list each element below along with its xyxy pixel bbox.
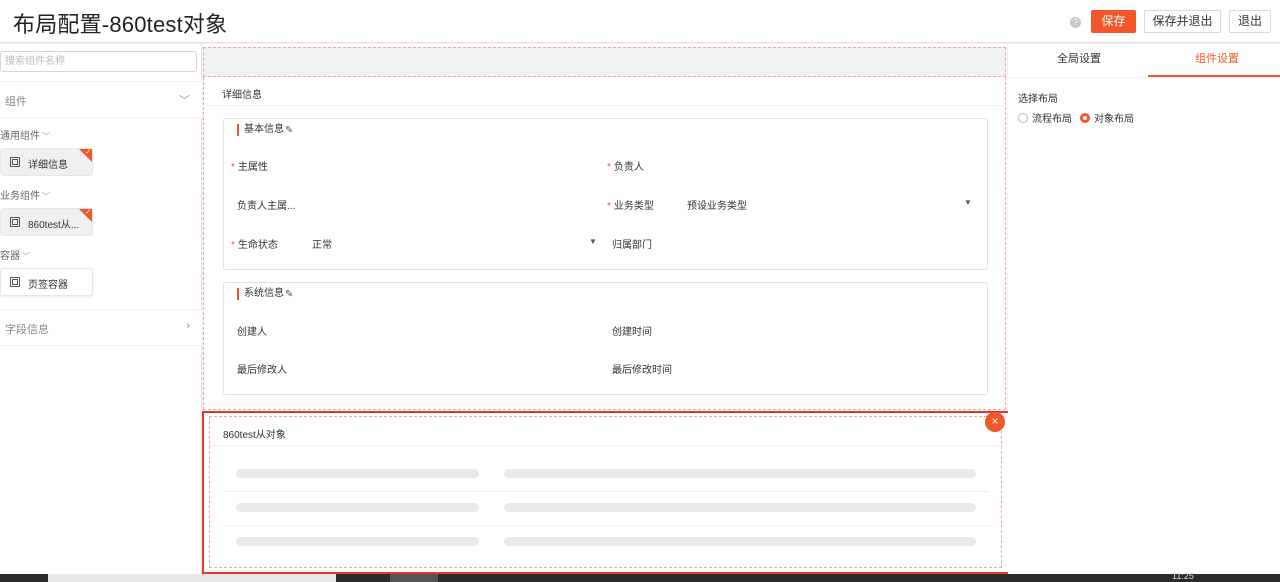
group-label-common[interactable]: 通用组件 ﹀ — [0, 127, 50, 142]
radio-process-layout[interactable]: 流程布局 — [1018, 110, 1072, 125]
skeleton-cell — [236, 503, 479, 512]
field-owner-main-attr[interactable]: 负责人主属... — [237, 197, 295, 212]
top-drop-zone[interactable] — [203, 47, 1006, 77]
chevron-down-icon: ﹀ — [179, 95, 190, 107]
component-card-label: 详细信息 — [28, 160, 68, 171]
page-header: 布局配置-860test对象 ? 保存 保存并退出 退出 — [0, 0, 1280, 43]
taskbar-clock: 11:25 — [1172, 571, 1194, 581]
component-icon — [10, 157, 20, 167]
sub-object-panel[interactable]: 860test从对象 — [202, 411, 1011, 574]
settings-panel: 全局设置 组件设置 选择布局 流程布局 对象布局 — [1008, 44, 1280, 574]
exit-button[interactable]: 退出 — [1229, 10, 1271, 33]
layout-select-label: 选择布局 — [1018, 94, 1058, 105]
skeleton-cell — [504, 469, 976, 478]
component-icon — [10, 277, 20, 287]
sub-object-title: 860test从对象 — [223, 430, 286, 441]
divider — [1008, 77, 1280, 78]
component-icon — [10, 217, 20, 227]
radio-checked-icon — [1080, 113, 1090, 123]
component-sidebar: 组件 ﹀ 通用组件﹀ 详细信息 ✓ 业务组件﹀ 860test从... ✓ 容器… — [0, 44, 202, 574]
page-title: 布局配置-860test对象 — [13, 12, 228, 37]
system-info-group[interactable]: 系统信息 ✎ 创建人 创建时间 最后修改人 最后修改时间 — [223, 282, 988, 395]
help-icon[interactable]: ? — [1070, 17, 1081, 28]
divider — [204, 105, 1005, 106]
field-last-modified-time[interactable]: 最后修改时间 — [612, 361, 672, 376]
skeleton-cell — [236, 469, 479, 478]
field-business-type[interactable]: * 业务类型 — [607, 197, 654, 212]
component-card-label: 页签容器 — [28, 280, 68, 291]
os-taskbar: 11:25 — [0, 571, 1280, 582]
component-card-label: 860test从... — [28, 220, 80, 231]
group-label-business[interactable]: 业务组件 ﹀ — [0, 187, 50, 202]
search-input[interactable] — [0, 51, 197, 72]
component-card-detail[interactable]: 详细信息 ✓ — [0, 148, 93, 176]
added-marker-icon: ✓ — [79, 209, 92, 222]
close-icon[interactable]: × — [985, 412, 1005, 432]
tab-global-settings[interactable]: 全局设置 — [1010, 44, 1148, 77]
field-last-modifier[interactable]: 最后修改人 — [237, 361, 287, 376]
dropdown-caret-icon[interactable]: ▼ — [964, 198, 972, 207]
skeleton-cell — [504, 503, 976, 512]
field-creator[interactable]: 创建人 — [237, 323, 267, 338]
group-label-container[interactable]: 容器 ﹀ — [0, 247, 30, 262]
basic-info-group[interactable]: 基本信息 ✎ * 主属性 * 负责人 负责人主属... * 业务类型 预设业务类型 ▼… — [223, 118, 988, 270]
save-and-exit-button[interactable]: 保存并退出 — [1144, 10, 1221, 33]
business-type-select[interactable]: 预设业务类型 — [687, 197, 747, 212]
edit-icon[interactable]: ✎ — [285, 289, 293, 300]
chevron-down-icon: ﹀ — [22, 252, 30, 261]
group-title: 基本信息 — [237, 124, 284, 136]
radio-object-layout[interactable]: 对象布局 — [1080, 110, 1134, 125]
chevron-down-icon: ﹀ — [42, 192, 50, 201]
group-title: 系统信息 — [237, 288, 284, 300]
taskbar-app[interactable] — [48, 574, 336, 582]
components-section-header[interactable]: 组件 ﹀ — [0, 81, 202, 118]
detail-panel-title: 详细信息 — [222, 90, 262, 101]
field-department[interactable]: 归属部门 — [612, 236, 652, 251]
sub-object-inner: 860test从对象 — [209, 416, 1002, 568]
skeleton-cell — [504, 537, 976, 546]
radio-unchecked-icon — [1018, 113, 1028, 123]
field-created-time[interactable]: 创建时间 — [612, 323, 652, 338]
save-button[interactable]: 保存 — [1091, 10, 1136, 33]
field-owner[interactable]: * 负责人 — [607, 158, 644, 173]
dropdown-caret-icon[interactable]: ▼ — [589, 237, 597, 246]
chevron-down-icon: ﹀ — [42, 132, 50, 141]
field-main-attr[interactable]: * 主属性 — [231, 158, 268, 173]
fields-section-label: 字段信息 — [5, 324, 49, 336]
added-marker-icon: ✓ — [79, 149, 92, 162]
components-section-label: 组件 — [5, 96, 27, 108]
detail-info-panel[interactable]: 详细信息 基本信息 ✎ * 主属性 * 负责人 负责人主属... * 业务类型 预设业… — [203, 77, 1006, 410]
taskbar-app[interactable] — [390, 574, 438, 582]
component-card-tab-container[interactable]: 页签容器 — [0, 268, 93, 296]
chevron-right-icon: › — [186, 320, 190, 332]
skeleton-cell — [236, 537, 479, 546]
lifecycle-status-select[interactable]: 正常 — [312, 236, 332, 251]
fields-section-header[interactable]: 字段信息 › — [0, 309, 202, 346]
table-row-divider — [223, 491, 989, 492]
tab-component-settings[interactable]: 组件设置 — [1148, 44, 1280, 77]
table-row-divider — [223, 525, 989, 526]
divider — [210, 445, 1001, 446]
field-lifecycle-status[interactable]: * 生命状态 — [231, 236, 278, 251]
component-card-sub-object[interactable]: 860test从... ✓ — [0, 208, 93, 236]
edit-icon[interactable]: ✎ — [285, 125, 293, 136]
